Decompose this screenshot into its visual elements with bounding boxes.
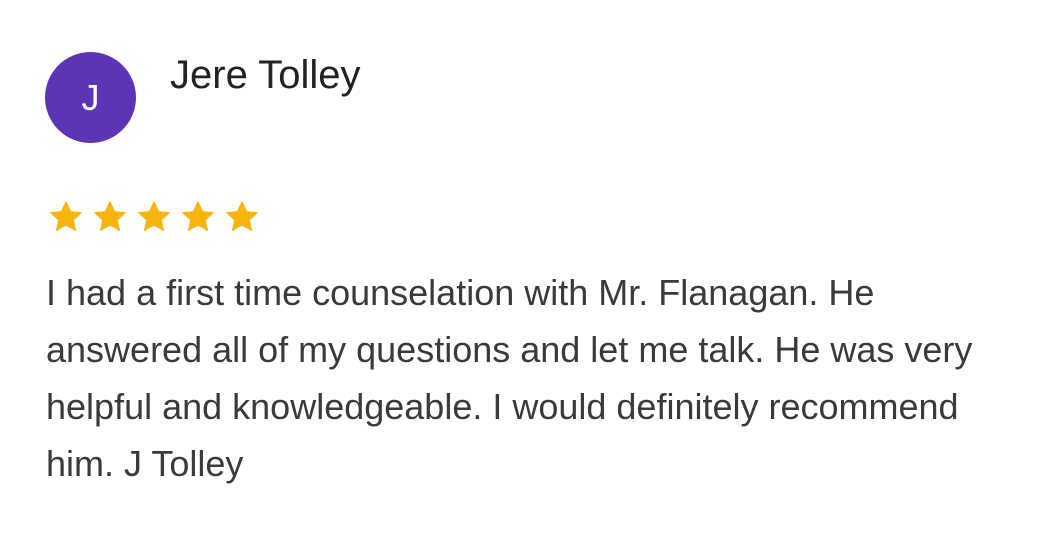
star-rating (46, 197, 262, 237)
star-icon (134, 197, 174, 237)
review-card: J Jere Tolley I had a first time counsel… (0, 0, 1049, 535)
review-text: I had a first time counselation with Mr.… (46, 272, 973, 484)
avatar: J (45, 52, 136, 143)
star-icon (222, 197, 262, 237)
reviewer-name[interactable]: Jere Tolley (170, 52, 360, 98)
avatar-initial: J (81, 76, 100, 118)
star-icon (178, 197, 218, 237)
star-icon (46, 197, 86, 237)
star-icon (90, 197, 130, 237)
